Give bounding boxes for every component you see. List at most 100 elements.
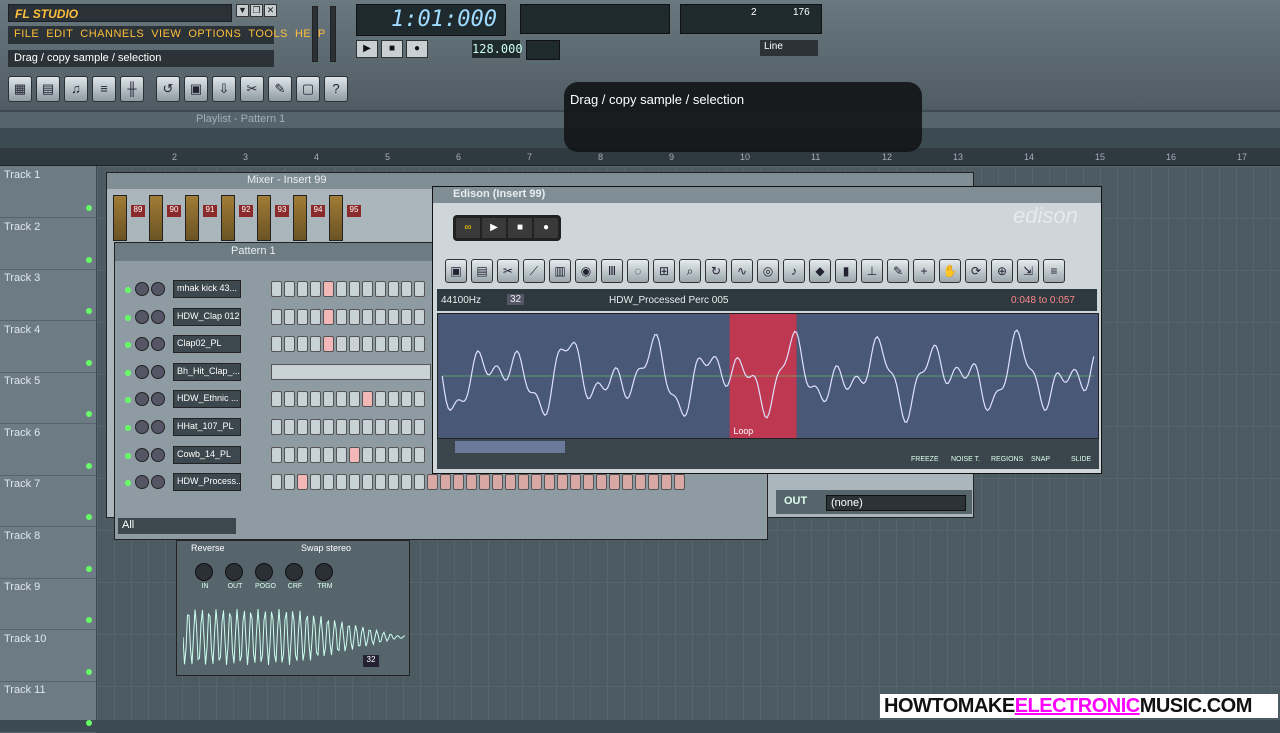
step-button[interactable] bbox=[349, 281, 360, 297]
step-button[interactable] bbox=[284, 474, 295, 491]
piano-roll-icon[interactable]: ♫ bbox=[64, 76, 88, 102]
step-button[interactable] bbox=[362, 419, 373, 435]
track-mute-led[interactable] bbox=[86, 514, 92, 520]
step-button[interactable] bbox=[310, 474, 321, 491]
step-button[interactable] bbox=[570, 474, 581, 491]
step-button[interactable] bbox=[375, 474, 386, 491]
undo-icon[interactable]: ↺ bbox=[156, 76, 180, 102]
playlist-icon[interactable]: ▦ bbox=[8, 76, 32, 102]
edison-option[interactable]: REGIONS bbox=[991, 456, 1023, 463]
step-button[interactable] bbox=[297, 391, 308, 408]
step-button[interactable] bbox=[648, 474, 659, 491]
step-button[interactable] bbox=[583, 474, 594, 491]
mixer-icon[interactable]: ╫ bbox=[120, 76, 144, 102]
step-button[interactable] bbox=[375, 308, 386, 325]
edison-waveform[interactable]: Loop bbox=[437, 313, 1099, 439]
pencil-icon[interactable]: ✎ bbox=[887, 259, 909, 283]
track-mute-led[interactable] bbox=[86, 462, 92, 469]
graph-lane[interactable] bbox=[271, 363, 431, 380]
scroll-thumb[interactable] bbox=[455, 441, 565, 453]
menu-edit[interactable]: EDIT bbox=[46, 28, 73, 42]
pan-knob[interactable] bbox=[135, 447, 149, 462]
volume-knob[interactable] bbox=[151, 475, 165, 490]
step-button[interactable] bbox=[622, 474, 633, 491]
mic-icon[interactable]: ♪ bbox=[783, 259, 805, 283]
notes-icon[interactable]: ▤ bbox=[471, 259, 493, 283]
mixer-strip[interactable] bbox=[329, 195, 343, 241]
mixer-strip[interactable] bbox=[221, 195, 235, 241]
notes-icon[interactable]: ▢ bbox=[296, 76, 320, 102]
step-button[interactable] bbox=[297, 281, 308, 297]
step-button[interactable] bbox=[323, 281, 334, 297]
step-button[interactable] bbox=[388, 391, 399, 408]
step-button[interactable] bbox=[349, 391, 360, 408]
step-button[interactable] bbox=[661, 474, 672, 491]
mixer-strip[interactable] bbox=[293, 195, 307, 241]
track-mute-led[interactable] bbox=[86, 256, 92, 263]
track-header[interactable]: Track 10 bbox=[0, 630, 96, 682]
add-icon[interactable]: + bbox=[913, 259, 935, 283]
step-button[interactable] bbox=[401, 336, 412, 353]
channel-name-button[interactable]: Clap02_PL bbox=[173, 335, 241, 354]
list-icon[interactable]: ≡ bbox=[1043, 259, 1065, 283]
channel-filter-select[interactable]: All bbox=[118, 518, 236, 534]
volume-knob[interactable] bbox=[151, 447, 165, 462]
output-select[interactable]: (none) bbox=[826, 495, 966, 511]
master-pitch-slider[interactable] bbox=[330, 6, 336, 62]
track-header[interactable]: Track 2 bbox=[0, 218, 96, 270]
normalize-icon[interactable]: ▥ bbox=[549, 259, 571, 283]
step-button[interactable] bbox=[401, 474, 412, 491]
step-button[interactable] bbox=[596, 474, 607, 491]
step-button[interactable] bbox=[284, 281, 295, 297]
step-button[interactable] bbox=[375, 446, 386, 463]
channel-name-button[interactable]: mhak kick 43... bbox=[173, 280, 241, 298]
step-button[interactable] bbox=[284, 446, 295, 463]
reverse-checkbox[interactable]: Reverse bbox=[191, 543, 225, 553]
sampler-knob[interactable] bbox=[285, 563, 303, 581]
step-button[interactable] bbox=[401, 446, 412, 463]
drag-icon[interactable]: ⇲ bbox=[1017, 259, 1039, 283]
mixer-strip[interactable] bbox=[185, 195, 199, 241]
snap-select[interactable]: Line bbox=[760, 40, 818, 56]
step-button[interactable] bbox=[505, 474, 516, 491]
step-button[interactable] bbox=[388, 474, 399, 491]
sampler-knob[interactable] bbox=[315, 563, 333, 581]
step-button[interactable] bbox=[323, 446, 334, 463]
step-button[interactable] bbox=[323, 419, 334, 435]
menu-options[interactable]: OPTIONS bbox=[188, 28, 241, 42]
step-button[interactable] bbox=[492, 474, 503, 491]
track-mute-led[interactable] bbox=[86, 308, 92, 314]
step-button[interactable] bbox=[375, 281, 386, 297]
step-button[interactable] bbox=[362, 446, 373, 463]
menu-view[interactable]: VIEW bbox=[151, 28, 181, 42]
channel-led[interactable] bbox=[125, 287, 131, 293]
step-button[interactable] bbox=[479, 474, 490, 491]
edison-option[interactable]: SLIDE bbox=[1071, 456, 1091, 463]
channel-led[interactable] bbox=[125, 480, 131, 487]
record-icon[interactable]: ● bbox=[406, 40, 428, 58]
step-button[interactable] bbox=[414, 391, 425, 408]
step-button[interactable] bbox=[336, 336, 347, 353]
minimize-icon[interactable]: ▼ bbox=[236, 4, 249, 17]
play-icon[interactable]: ▶ bbox=[482, 218, 506, 238]
level-icon[interactable]: ▮ bbox=[835, 259, 857, 283]
step-button[interactable] bbox=[453, 474, 464, 491]
gate-icon[interactable]: ◎ bbox=[757, 259, 779, 283]
track-header[interactable]: Track 8 bbox=[0, 527, 96, 579]
track-header[interactable]: Track 4 bbox=[0, 321, 96, 373]
track-header[interactable]: Track 5 bbox=[0, 372, 96, 424]
step-button[interactable] bbox=[310, 446, 321, 463]
step-button[interactable] bbox=[310, 419, 321, 435]
step-button[interactable] bbox=[414, 419, 425, 435]
step-button[interactable] bbox=[297, 474, 308, 491]
edison-option[interactable]: SNAP bbox=[1031, 456, 1050, 463]
step-button[interactable] bbox=[271, 308, 282, 325]
step-button[interactable] bbox=[271, 474, 282, 491]
cut-icon[interactable]: ✂ bbox=[240, 76, 264, 102]
step-button[interactable] bbox=[375, 336, 386, 353]
menu-file[interactable]: FILE bbox=[14, 28, 39, 42]
mixer-strip[interactable] bbox=[257, 195, 271, 241]
save-icon[interactable]: ▣ bbox=[445, 259, 467, 283]
sampler-knob[interactable] bbox=[255, 563, 273, 581]
step-button[interactable] bbox=[349, 308, 360, 325]
